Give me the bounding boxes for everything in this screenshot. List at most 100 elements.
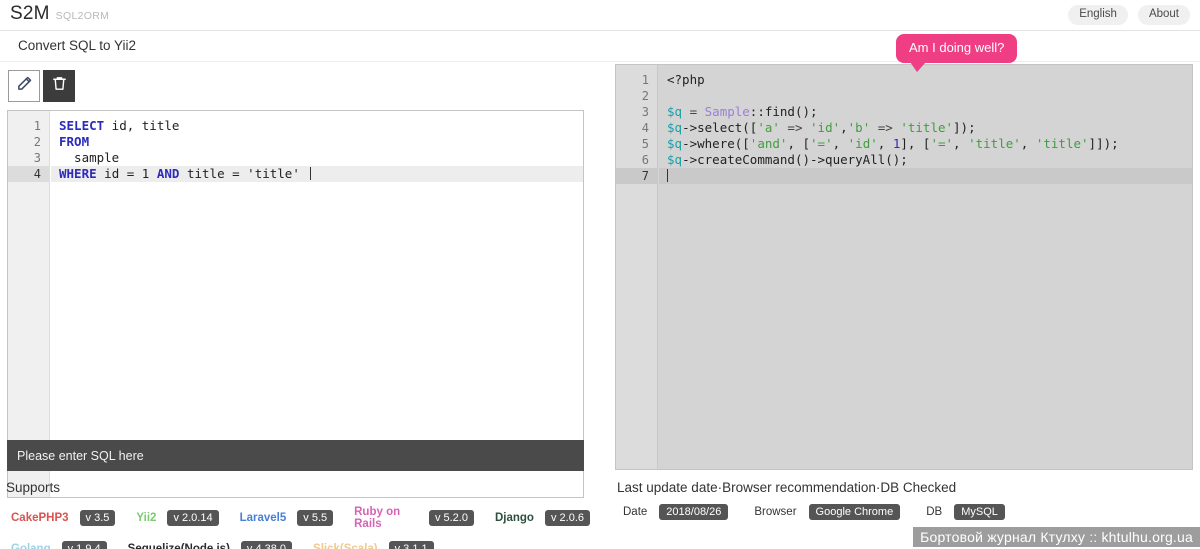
mascot-tooltip: Am I doing well?	[896, 34, 1018, 72]
about-button[interactable]: About	[1137, 5, 1190, 25]
framework-item[interactable]: Laravel5 v 5.5	[234, 510, 334, 526]
code-token: 'id'	[810, 120, 841, 135]
code-token: 'and'	[749, 136, 788, 151]
code-token: FROM	[59, 134, 90, 149]
framework-name: Laravel5	[234, 510, 292, 526]
clear-button[interactable]	[43, 70, 75, 102]
code-token: ->createCommand()->queryAll();	[682, 152, 908, 167]
code-token: 'title'	[1035, 136, 1089, 151]
framework-item[interactable]: Slick(Scala) v 3.1.1	[308, 541, 434, 549]
code-token: =	[682, 104, 705, 119]
line-number: 5	[641, 137, 649, 151]
code-line: $q = Sample::find();	[659, 104, 1192, 120]
code-line: $q->where(['and', ['=', 'id', 1], ['=', …	[659, 136, 1192, 152]
framework-name: Django	[489, 510, 539, 526]
code-token: ->select([	[682, 120, 758, 135]
code-line: sample	[51, 150, 583, 166]
framework-item[interactable]: Sequelize(Node.js) v 4.38.0	[122, 541, 293, 549]
code-token: $q	[667, 104, 683, 119]
framework-version-badge: v 4.38.0	[240, 541, 293, 549]
code-token: =>	[779, 120, 811, 135]
edit-button[interactable]	[8, 70, 40, 102]
framework-version-badge: v 3.1.1	[388, 541, 434, 549]
code-token: 'title'	[968, 136, 1021, 151]
code-token: , [	[787, 136, 811, 151]
code-token: 'a'	[757, 120, 780, 135]
line-number: 4	[641, 121, 649, 135]
app-root: S2M SQL2ORM English About Convert SQL to…	[0, 0, 1200, 549]
supports-section: Supports CakePHP3 v 3.5 Yii2 v 2.0.14 Larave…	[6, 480, 606, 549]
framework-row: Golang v 1.9.4 Sequelize(Node.js) v 4.38.0 S…	[6, 541, 606, 549]
code-token: '='	[810, 136, 833, 151]
sql-status-bar: Please enter SQL here	[7, 440, 584, 471]
meta-item: DB MySQL	[920, 504, 1005, 520]
header-actions: English About	[1068, 5, 1190, 25]
code-token: WHERE	[59, 166, 97, 181]
code-token: ], [	[900, 136, 931, 151]
code-line: SELECT id, title	[51, 118, 583, 134]
code-token: ,	[832, 136, 848, 151]
app-header: S2M SQL2ORM English About	[0, 0, 1200, 31]
meta-value-badge: 2018/08/26	[659, 504, 729, 520]
language-button[interactable]: English	[1068, 5, 1128, 25]
framework-item[interactable]: Yii2 v 2.0.14	[131, 510, 219, 526]
orm-editor-code[interactable]: <?php $q = Sample::find(); $q->select(['a'…	[659, 65, 1192, 469]
framework-version-badge: v 5.2.0	[428, 510, 474, 526]
framework-version-badge: v 5.5	[297, 510, 334, 526]
code-line: $q->createCommand()->queryAll();	[659, 152, 1192, 168]
line-number: 3	[33, 151, 41, 165]
sql-status-text: Please enter SQL here	[17, 448, 144, 463]
code-line	[659, 168, 1192, 184]
framework-item[interactable]: CakePHP3 v 3.5	[6, 510, 116, 526]
meta-value-badge: Google Chrome	[808, 504, 901, 520]
code-token: ::find();	[749, 104, 818, 119]
meta-item: Date 2018/08/26	[617, 504, 729, 520]
text-caret	[310, 167, 312, 180]
code-token: $q	[667, 136, 683, 151]
code-line: <?php	[659, 72, 1192, 88]
framework-item[interactable]: Golang v 1.9.4	[6, 541, 107, 549]
code-token: <?php	[667, 72, 705, 87]
supports-title: Supports	[6, 480, 61, 495]
framework-name: Yii2	[131, 510, 162, 526]
line-number: 1	[641, 73, 649, 87]
code-token: ,	[1020, 136, 1036, 151]
framework-version-badge: v 2.0.14	[167, 510, 219, 526]
code-token: $q	[667, 120, 683, 135]
code-token: 'title'	[900, 120, 954, 135]
framework-name: Slick(Scala)	[308, 541, 383, 549]
watermark: Бортовой журнал Ктулху :: khtulhu.org.ua	[913, 527, 1200, 547]
code-token: title = 'title'	[179, 166, 308, 181]
framework-version-badge: v 1.9.4	[61, 541, 107, 549]
code-token: ,	[953, 136, 969, 151]
code-token: AND	[156, 166, 180, 181]
code-token: $q	[667, 152, 683, 167]
meta-title: Last update date·Browser recommendation·…	[617, 480, 957, 495]
code-line: $q->select(['a' => 'id','b' => 'title'])…	[659, 120, 1192, 136]
framework-item[interactable]: Ruby on Rails v 5.2.0	[349, 504, 474, 532]
brand-tagline: SQL2ORM	[55, 10, 110, 22]
code-token: ,	[877, 136, 893, 151]
code-token: id, title	[104, 118, 180, 133]
framework-version-badge: v 2.0.6	[544, 510, 590, 526]
orm-editor-gutter: 1 2 3 4 5 67	[616, 65, 658, 469]
framework-name: Golang	[6, 541, 56, 549]
code-token: ]);	[953, 120, 976, 135]
framework-name: CakePHP3	[6, 510, 74, 526]
page-title: Convert SQL to Yii2	[18, 38, 137, 53]
meta-section: Last update date·Browser recommendation·…	[617, 480, 1197, 520]
meta-row: Date 2018/08/26 Browser Google Chrome DB MySQ…	[617, 504, 1197, 520]
code-line: FROM	[51, 134, 583, 150]
brand-logo: S2M SQL2ORM	[10, 3, 109, 25]
trash-icon	[51, 75, 68, 97]
framework-item[interactable]: Django v 2.0.6	[489, 510, 590, 526]
meta-key: Browser	[748, 504, 803, 520]
meta-item: Browser Google Chrome	[748, 504, 901, 520]
line-number: 3	[641, 105, 649, 119]
framework-name: Ruby on Rails	[349, 504, 423, 532]
code-line: WHERE id = 1 AND title = 'title'	[51, 166, 583, 182]
orm-output-editor[interactable]: 1234567 <?php $q = Sample::find(); $q->sel…	[615, 64, 1193, 470]
sub-header: Convert SQL to Yii2	[0, 31, 1200, 62]
meta-key: Date	[617, 504, 654, 520]
